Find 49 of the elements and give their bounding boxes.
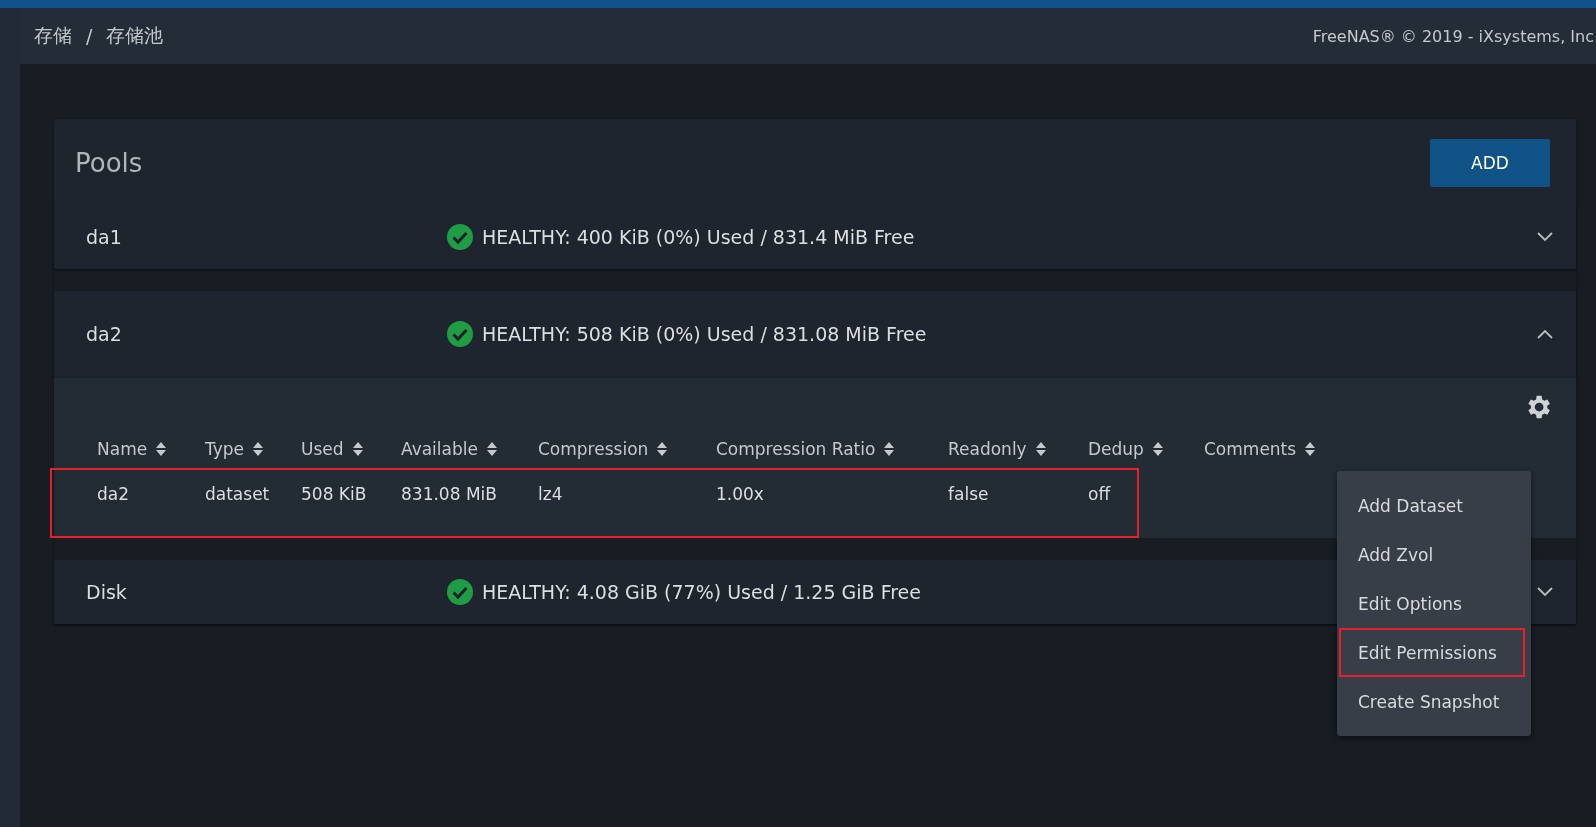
breadcrumb-item[interactable]: 存储 [34,23,72,49]
table-cell-text: false [948,483,990,506]
menu-item[interactable]: Add Dataset [1337,481,1531,530]
sort-icon[interactable] [656,441,669,457]
check-circle-icon [446,578,474,606]
sort-icon[interactable] [1304,441,1317,457]
table-cell-text: 1.00x [716,483,765,506]
table-cell: da2 [97,464,205,524]
breadcrumb-separator: / [86,25,93,47]
pool-name: da2 [86,323,123,345]
column-header[interactable]: Type [205,434,301,464]
sort-icon[interactable] [883,441,896,457]
add-button[interactable]: ADD [1430,139,1550,187]
menu-item[interactable]: Create Snapshot [1337,677,1531,726]
sort-icon[interactable] [1034,441,1047,457]
pool-row[interactable]: da1 HEALTHY: 400 KiB (0%) Used / 831.4 MiB Free [54,205,1576,269]
sort-icon[interactable] [1151,441,1164,457]
column-header[interactable]: Compression [538,434,716,464]
sort-icon[interactable] [351,441,364,457]
breadcrumb-item[interactable]: 存储池 [106,23,164,49]
chevron-down-icon[interactable] [1536,586,1554,598]
sort-icon[interactable] [155,441,168,457]
column-header[interactable]: Used [301,434,401,464]
table-cell-text: lz4 [538,483,564,506]
table-cell-text: 508 KiB [301,483,368,506]
pool-name: da1 [86,226,123,248]
column-header[interactable]: Readonly [948,434,1088,464]
pool-status: HEALTHY: 400 KiB (0%) Used / 831.4 MiB Free [482,226,915,248]
menu-item[interactable]: Edit Permissions [1339,628,1525,677]
check-circle-icon [446,320,474,348]
card-title: Pools [75,148,143,178]
pool-status: HEALTHY: 508 KiB (0%) Used / 831.08 MiB Free [482,323,927,345]
chevron-down-icon[interactable] [1536,231,1554,243]
check-circle-icon [446,223,474,251]
column-header[interactable]: Name [97,434,205,464]
table-cell-text: dataset [205,483,271,506]
pool-status: HEALTHY: 4.08 GiB (77%) Used / 1.25 GiB Free [482,581,921,603]
sort-icon[interactable] [485,441,498,457]
column-header[interactable]: Available [401,434,538,464]
column-header[interactable]: Comments [1204,434,1533,464]
pool-row[interactable]: da2 HEALTHY: 508 KiB (0%) Used / 831.08 MiB Free [54,291,1576,377]
chevron-up-icon[interactable] [1536,328,1554,340]
table-cell-text: off [1088,483,1112,506]
sort-icon[interactable] [252,441,265,457]
column-header[interactable]: Dedup [1088,434,1204,464]
pool-name: Disk [86,581,128,603]
copyright-text: FreeNAS® © 2019 - iXsystems, Inc [1312,26,1594,46]
column-header[interactable]: Compression Ratio [716,434,948,464]
table-cell-text: 831.08 MiB [401,483,498,506]
